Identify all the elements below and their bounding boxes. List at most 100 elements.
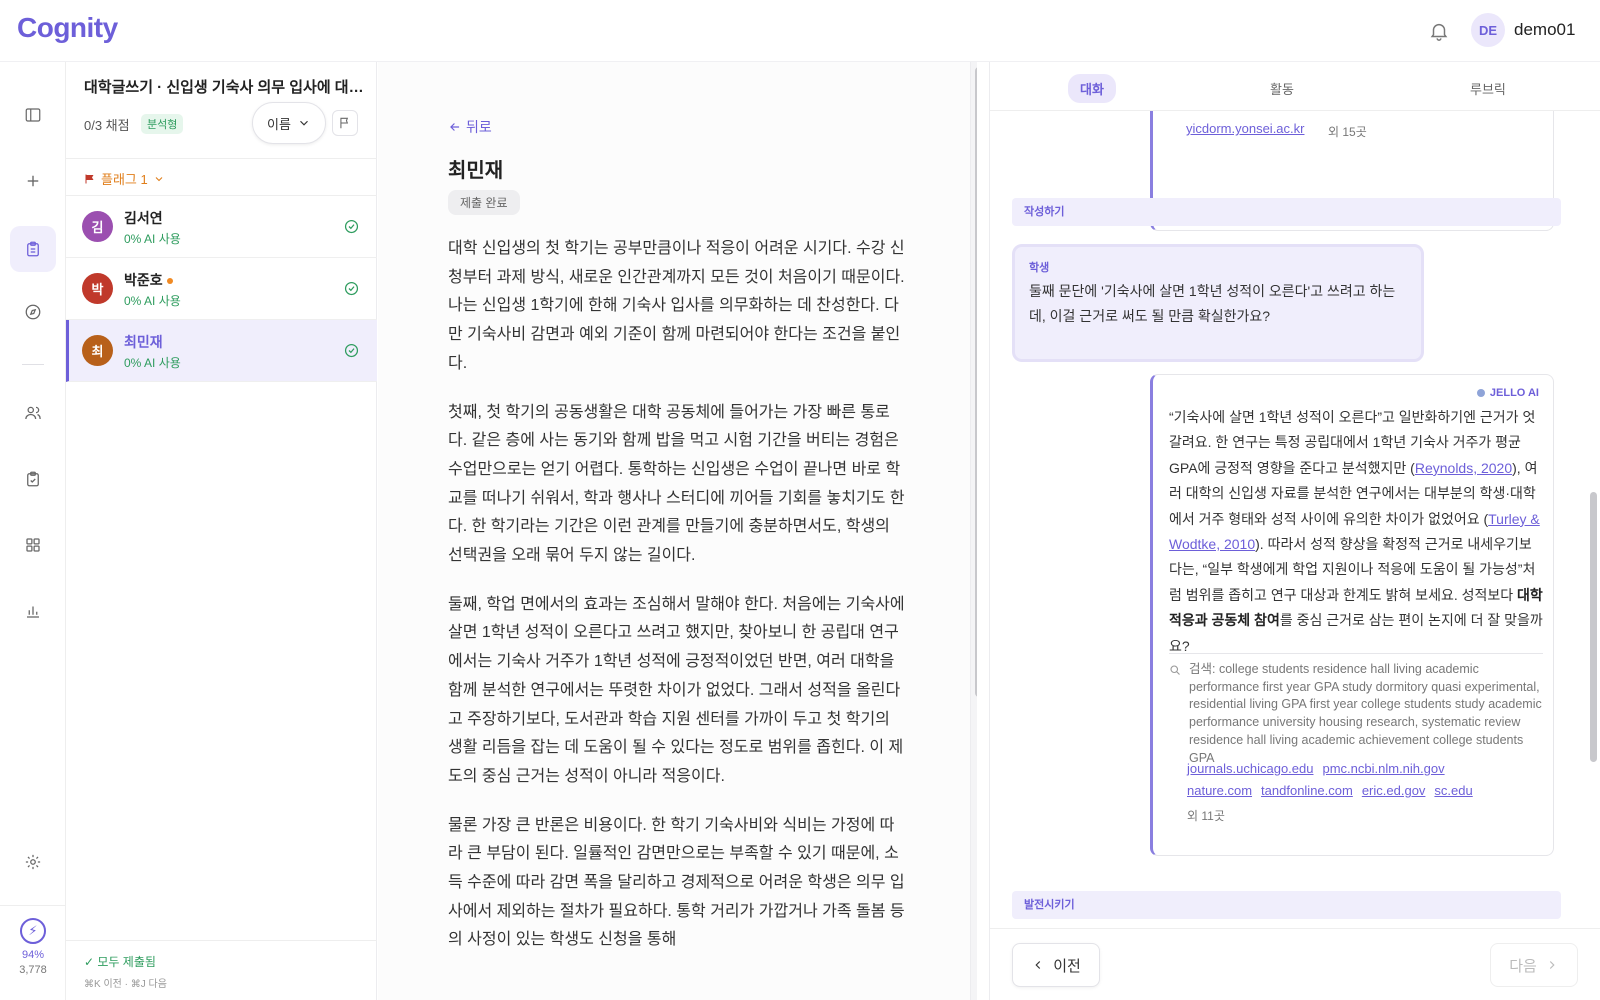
chart-icon[interactable] — [13, 591, 53, 631]
essay-body: 대학 신입생의 첫 학기는 공부만큼이나 적응이 어려운 시기다. 수강 신청부… — [448, 235, 908, 975]
app-logo[interactable]: Cognity — [17, 12, 118, 44]
grade-count: 0/3 채점 — [84, 118, 130, 133]
back-link[interactable]: 뒤로 — [448, 117, 492, 137]
check-circle-icon — [344, 281, 359, 296]
flag-filter[interactable]: 플래그 1 — [84, 169, 165, 188]
flag-icon — [340, 117, 349, 129]
essay-paragraph: 물론 가장 큰 반론은 비용이다. 한 학기 기숙사비와 식비는 가정에 따라 … — [448, 816, 905, 949]
tab-chat[interactable]: 대화 — [1068, 74, 1116, 103]
back-label: 뒤로 — [466, 119, 492, 135]
rail-bottom-divider — [0, 905, 66, 906]
ai-message-text: “기숙사에 살면 1학년 성적이 오른다”고 일반화하기엔 근거가 엇갈려요. … — [1169, 405, 1543, 659]
student-name: 최민재 — [124, 334, 163, 350]
search-query-text: 검색: college students residence hall livi… — [1189, 662, 1542, 765]
tab-activity[interactable]: 활동 — [1258, 74, 1306, 103]
source-link[interactable]: pmc.ncbi.nlm.nih.gov — [1322, 761, 1444, 776]
more-sources: 외 15곳 — [1328, 125, 1367, 139]
source-link[interactable]: nature.com — [1187, 783, 1252, 798]
source-link[interactable]: journals.uchicago.edu — [1187, 761, 1313, 776]
arrow-left-icon — [450, 123, 460, 131]
divider — [1169, 653, 1543, 654]
divider — [66, 158, 377, 159]
student-name: 김서연 — [124, 210, 163, 226]
scrollbar-thumb[interactable] — [1590, 492, 1597, 762]
chevron-right-icon — [1549, 961, 1555, 969]
ai-label: JELLO AI — [1476, 387, 1539, 399]
search-query: 검색: college students residence hall livi… — [1169, 661, 1543, 767]
chevron-down-icon — [300, 120, 308, 126]
student-row[interactable]: 김 김서연 0% AI 사용 — [66, 196, 377, 258]
assignment-type-badge: 분석형 — [141, 114, 184, 134]
student-name-wrap: 박준호 — [124, 270, 173, 290]
chevron-left-icon — [1035, 961, 1041, 969]
keyboard-shortcut-hint: ⌘K 이전 · ⌘J 다음 — [84, 979, 167, 990]
chat-footer: 이전 다음 — [990, 928, 1600, 1000]
compass-icon[interactable] — [13, 292, 53, 332]
submission-status-badge: 제출 완료 — [448, 190, 520, 215]
sort-dropdown[interactable]: 이름 — [252, 102, 326, 144]
flag-button[interactable] — [332, 110, 358, 136]
scrollbar-thumb[interactable] — [975, 67, 977, 697]
student-avatar: 김 — [82, 211, 113, 242]
energy-count: 3,778 — [19, 964, 47, 976]
student-ai-usage: 0% AI 사용 — [124, 356, 181, 370]
essay-paragraph: 대학 신입생의 첫 학기는 공부만큼이나 적응이 어려운 시기다. 수강 신청부… — [448, 240, 905, 372]
student-ai-usage: 0% AI 사용 — [124, 294, 181, 308]
list-footer: ✓ 모두 제출됨 ⌘K 이전 · ⌘J 다음 — [66, 940, 377, 1000]
tab-rubric[interactable]: 루브릭 — [1458, 74, 1518, 103]
lightning-icon: ⚡ — [20, 918, 46, 944]
prev-label: 이전 — [1053, 957, 1081, 975]
sidebar-toggle-icon[interactable] — [13, 95, 53, 135]
student-ai-usage: 0% AI 사용 — [124, 232, 181, 246]
section-header-write: 작성하기 — [1012, 198, 1561, 226]
clipboard-icon[interactable] — [10, 226, 56, 272]
energy-percent: 94% — [21, 949, 45, 961]
search-icon — [1169, 664, 1181, 676]
sort-label: 이름 — [267, 116, 291, 132]
grid-icon[interactable] — [13, 525, 53, 565]
user-avatar[interactable]: DE — [1471, 13, 1505, 47]
unread-dot — [166, 278, 173, 285]
essay-paragraph: 첫째, 첫 학기의 공동생활은 대학 공동체에 들어가는 가장 빠른 통로다. … — [448, 403, 905, 565]
essay-paragraph: 둘째, 학업 면에서의 효과는 조심해서 말해야 한다. 처음에는 기숙사에 살… — [448, 595, 905, 785]
student-name-heading: 최민재 — [448, 160, 504, 182]
ai-name: JELLO AI — [1489, 387, 1539, 399]
clipboard-check-icon[interactable] — [13, 459, 53, 499]
all-submitted-status: ✓ 모두 제출됨 — [84, 955, 156, 969]
username[interactable]: demo01 — [1514, 20, 1575, 40]
nav-rail: ⚡ 94% 3,778 — [0, 62, 66, 1000]
student-list-panel: 대학글쓰기 · 신입생 기숙사 의무 입사에 대한 찬반 논설문 0/3 채점 … — [66, 62, 377, 1000]
check-circle-icon — [344, 219, 359, 234]
chevron-down-icon — [155, 176, 163, 181]
student-avatar: 박 — [82, 273, 113, 304]
plus-icon[interactable] — [13, 161, 53, 201]
flag-filter-label: 플래그 1 — [101, 172, 148, 187]
bell-icon[interactable] — [1428, 20, 1450, 42]
chat-panel: yicdorm.yonsei.ac.kr 외 15곳 대화 활동 루브릭 작성하… — [989, 62, 1600, 1000]
source-link[interactable]: yicdorm.yonsei.ac.kr — [1186, 121, 1304, 136]
energy-meter[interactable]: ⚡ 94% 3,778 — [0, 918, 66, 976]
student-row-selected[interactable]: 최 최민재 0% AI 사용 — [66, 320, 377, 382]
student-label: 학생 — [1029, 262, 1050, 274]
prev-button[interactable]: 이전 — [1012, 943, 1100, 987]
source-link[interactable]: eric.ed.gov — [1362, 783, 1426, 798]
student-row[interactable]: 박 박준호 0% AI 사용 — [66, 258, 377, 320]
source-link[interactable]: sc.edu — [1434, 783, 1472, 798]
student-name: 박준호 — [124, 272, 163, 288]
source-link[interactable]: tandfonline.com — [1261, 783, 1353, 798]
users-icon[interactable] — [13, 393, 53, 433]
top-bar: Cognity DE demo01 — [0, 0, 1600, 62]
more-sources: 외 11곳 — [1187, 809, 1225, 823]
assignment-title: 대학글쓰기 · 신입생 기숙사 의무 입사에 대한 찬반 논설문 — [84, 79, 364, 96]
source-links: journals.uchicago.edu pmc.ncbi.nlm.nih.go… — [1187, 758, 1547, 802]
student-message-text: 둘째 문단에 '기숙사에 살면 1학년 성적이 오른다'고 쓰려고 하는데, 이… — [1029, 283, 1396, 324]
settings-icon[interactable] — [13, 842, 53, 882]
next-button[interactable]: 다음 — [1490, 943, 1578, 987]
ai-dot-icon — [1476, 389, 1485, 397]
student-message: 학생 둘째 문단에 '기숙사에 살면 1학년 성적이 오른다'고 쓰려고 하는데… — [1012, 244, 1424, 362]
next-label: 다음 — [1509, 957, 1537, 975]
citation-link[interactable]: Reynolds, 2020 — [1415, 460, 1512, 476]
chat-tab-bar: 대화 활동 루브릭 — [990, 62, 1600, 111]
student-avatar: 최 — [82, 335, 113, 366]
red-flag-icon — [85, 174, 94, 183]
